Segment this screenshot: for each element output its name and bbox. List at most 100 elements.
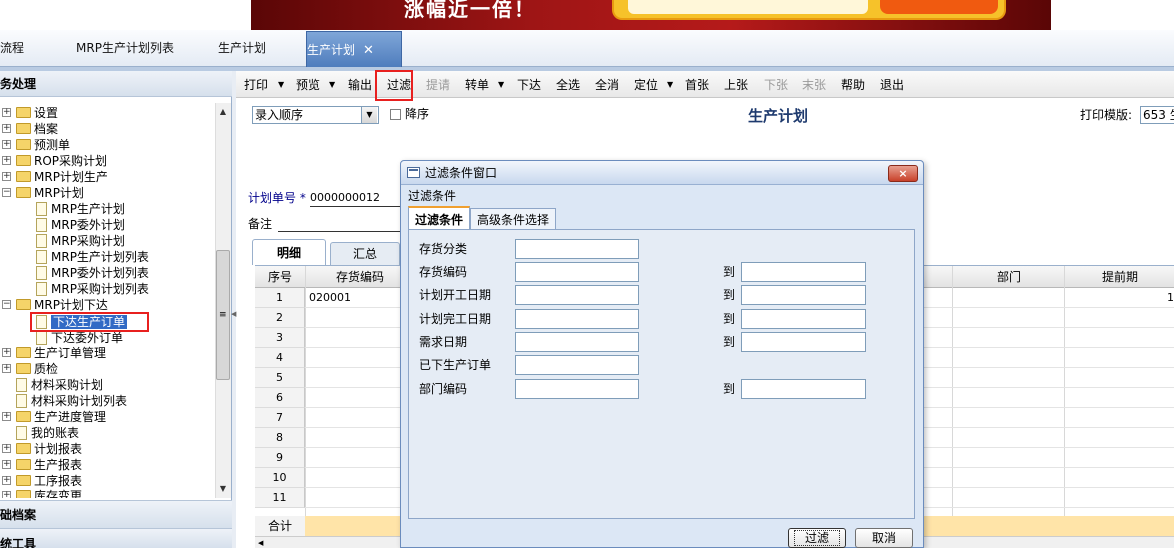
- scroll-up-icon[interactable]: ▲: [216, 105, 230, 119]
- tab-process[interactable]: 流程: [0, 30, 40, 67]
- expand-icon[interactable]: +: [2, 444, 11, 453]
- tree-item-plan-reports[interactable]: + 计划报表: [0, 441, 82, 457]
- print-button[interactable]: 打印: [244, 77, 268, 93]
- select-all-button[interactable]: 全选: [556, 77, 580, 93]
- last-button[interactable]: 末张: [802, 77, 826, 93]
- filter-ok-button[interactable]: 过滤: [788, 528, 846, 548]
- first-button[interactable]: 首张: [685, 77, 709, 93]
- category-input[interactable]: [515, 239, 639, 259]
- column-header-seq[interactable]: 序号: [255, 266, 305, 288]
- sort-order-select[interactable]: 录入顺序: [252, 106, 379, 124]
- tree-item-mrp-issue[interactable]: − MRP计划下达: [0, 297, 108, 313]
- expand-icon[interactable]: +: [2, 476, 11, 485]
- expand-icon[interactable]: +: [2, 412, 11, 421]
- tab-production-plan-active[interactable]: 生产计划 ✕: [306, 31, 402, 67]
- remark-field[interactable]: [278, 231, 402, 232]
- tree-item-settings[interactable]: + 设置: [0, 105, 58, 121]
- collapse-icon[interactable]: −: [2, 300, 11, 309]
- tree-item-production-order-mgmt[interactable]: + 生产订单管理: [0, 345, 106, 361]
- output-button[interactable]: 输出: [348, 77, 372, 93]
- cancel-button[interactable]: 取消: [855, 528, 913, 548]
- tab-production-plan[interactable]: 生产计划: [212, 30, 272, 67]
- transfer-dropdown-icon[interactable]: ▼: [498, 77, 504, 93]
- end-date-to-input[interactable]: [741, 309, 866, 329]
- scroll-left-icon[interactable]: ◀: [258, 538, 272, 548]
- expand-icon[interactable]: +: [2, 348, 11, 357]
- expand-icon[interactable]: +: [2, 460, 11, 469]
- end-date-from-input[interactable]: [515, 309, 639, 329]
- tree-item-material-purchase-plan-list[interactable]: 材料采购计划列表: [16, 393, 127, 409]
- tab-filter-conditions[interactable]: 过滤条件: [408, 206, 470, 230]
- tab-summary[interactable]: 汇总: [330, 242, 400, 265]
- print-template-select[interactable]: 653 生: [1140, 106, 1174, 124]
- tree-item-progress-mgmt[interactable]: + 生产进度管理: [0, 409, 106, 425]
- code-to-input[interactable]: [741, 262, 866, 282]
- prev-button[interactable]: 上张: [724, 77, 748, 93]
- tree-item-inventory-change[interactable]: + 库存变更: [0, 488, 82, 498]
- tree-item-mrp-production-plan-list[interactable]: MRP生产计划列表: [36, 249, 149, 265]
- demand-date-to-input[interactable]: [741, 332, 866, 352]
- chevron-down-icon[interactable]: ▼: [361, 107, 377, 123]
- start-date-from-input[interactable]: [515, 285, 639, 305]
- close-button[interactable]: ×: [888, 165, 918, 182]
- tree-item-archive[interactable]: + 档案: [0, 121, 58, 137]
- sidebar-section-basic-archive[interactable]: 础档案: [0, 500, 232, 528]
- demand-date-from-input[interactable]: [515, 332, 639, 352]
- sidebar-section-system-tools[interactable]: 统工具: [0, 528, 232, 548]
- transfer-button[interactable]: 转单: [465, 77, 489, 93]
- tree-item-mrp-production[interactable]: + MRP计划生产: [0, 169, 108, 185]
- fetch-button[interactable]: 提请: [426, 77, 450, 93]
- cell-lead-time[interactable]: 1: [1160, 288, 1174, 308]
- dept-code-to-input[interactable]: [741, 379, 866, 399]
- column-header-lead-time[interactable]: 提前期: [1065, 266, 1174, 288]
- tree-item-production-reports[interactable]: + 生产报表: [0, 457, 82, 473]
- expand-icon[interactable]: +: [2, 140, 11, 149]
- cell-code[interactable]: 020001: [309, 288, 351, 308]
- tree-item-mrp-purchase-plan[interactable]: MRP采购计划: [36, 233, 125, 249]
- collapse-left-icon[interactable]: ◀: [231, 310, 236, 320]
- locate-dropdown-icon[interactable]: ▼: [667, 77, 673, 93]
- expand-icon[interactable]: +: [2, 124, 11, 133]
- tab-mrp-plan-list[interactable]: MRP生产计划列表: [72, 30, 178, 67]
- tree-item-my-reports[interactable]: 我的账表: [16, 425, 79, 441]
- tree-item-mrp-purchase-plan-list[interactable]: MRP采购计划列表: [36, 281, 149, 297]
- ordered-input[interactable]: [515, 355, 639, 375]
- print-dropdown-icon[interactable]: ▼: [278, 77, 284, 93]
- locate-button[interactable]: 定位: [634, 77, 658, 93]
- descending-checkbox[interactable]: [390, 109, 401, 120]
- tree-item-process-reports[interactable]: + 工序报表: [0, 473, 82, 489]
- preview-button[interactable]: 预览: [296, 77, 320, 93]
- expand-icon[interactable]: +: [2, 491, 11, 498]
- collapse-icon[interactable]: −: [2, 188, 11, 197]
- tree-item-mrp-plan[interactable]: − MRP计划: [0, 185, 84, 201]
- dept-code-from-input[interactable]: [515, 379, 639, 399]
- tab-advanced-conditions[interactable]: 高级条件选择: [470, 208, 556, 230]
- plan-number-field[interactable]: 0000000012: [310, 190, 405, 207]
- tree-item-material-purchase-plan[interactable]: 材料采购计划: [16, 377, 103, 393]
- tree-item-mrp-outsource-plan-list[interactable]: MRP委外计划列表: [36, 265, 149, 281]
- tree-item-rop[interactable]: + ROP采购计划: [0, 153, 107, 169]
- expand-icon[interactable]: +: [2, 156, 11, 165]
- next-button[interactable]: 下张: [764, 77, 788, 93]
- start-date-to-input[interactable]: [741, 285, 866, 305]
- sidebar-header[interactable]: 务处理: [0, 71, 232, 97]
- column-header-code[interactable]: 存货编码: [305, 266, 415, 288]
- expand-icon[interactable]: +: [2, 364, 11, 373]
- deselect-all-button[interactable]: 全消: [595, 77, 619, 93]
- close-icon[interactable]: ✕: [363, 43, 374, 58]
- scroll-down-icon[interactable]: ▼: [216, 482, 230, 496]
- expand-icon[interactable]: +: [2, 108, 11, 117]
- code-from-input[interactable]: [515, 262, 639, 282]
- expand-icon[interactable]: +: [2, 172, 11, 181]
- tree-item-forecast[interactable]: + 预测单: [0, 137, 70, 153]
- tree-item-mrp-outsource-plan[interactable]: MRP委外计划: [36, 217, 125, 233]
- column-header-dept[interactable]: 部门: [953, 266, 1065, 288]
- tree-item-issue-outsource-order[interactable]: 下达委外订单: [36, 330, 123, 346]
- preview-dropdown-icon[interactable]: ▼: [329, 77, 335, 93]
- tree-item-quality[interactable]: + 质检: [0, 361, 58, 377]
- issue-button[interactable]: 下达: [517, 77, 541, 93]
- help-button[interactable]: 帮助: [841, 77, 865, 93]
- exit-button[interactable]: 退出: [880, 77, 904, 93]
- tab-detail[interactable]: 明细: [252, 239, 326, 265]
- tree-item-mrp-production-plan[interactable]: MRP生产计划: [36, 201, 125, 217]
